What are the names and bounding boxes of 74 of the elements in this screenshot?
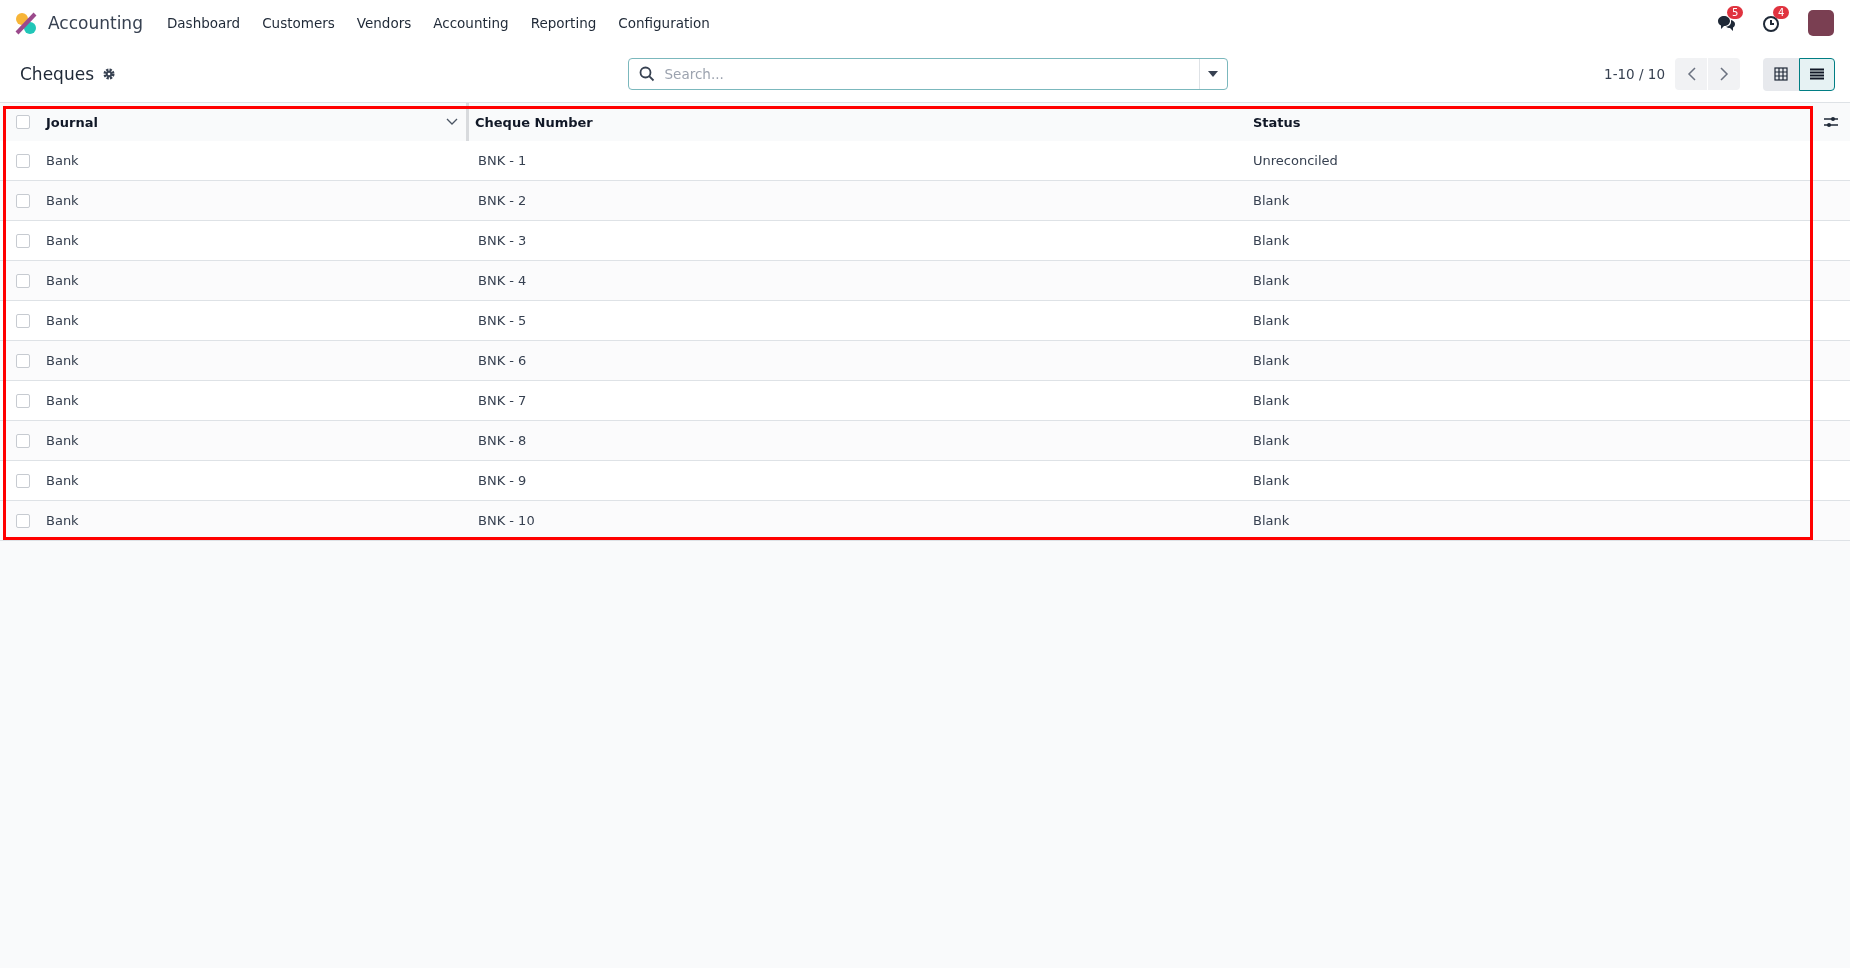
row-checkbox[interactable] (16, 273, 30, 288)
table-cell: BNK - 7 (478, 393, 527, 408)
table-cell: Blank (1253, 473, 1290, 488)
table-cell: BNK - 9 (478, 473, 527, 488)
search-input[interactable]: Search... (662, 65, 1199, 83)
table-cell: Bank (46, 433, 79, 448)
row-checkbox[interactable] (16, 233, 30, 248)
table-cell: BNK - 1 (478, 153, 527, 168)
table-cell: Bank (46, 153, 79, 168)
grid-view-button[interactable] (1763, 57, 1799, 91)
chevron-left-icon (1686, 67, 1696, 81)
row-checkbox[interactable] (16, 353, 30, 368)
table-cell: Blank (1253, 233, 1290, 248)
table-cell: Bank (46, 193, 79, 208)
row-checkbox[interactable] (16, 473, 30, 488)
row-checkbox[interactable] (16, 393, 30, 408)
row-checkbox[interactable] (16, 153, 30, 168)
table-cell: BNK - 2 (478, 193, 527, 208)
column-header[interactable]: Journal (46, 114, 98, 130)
menu-item[interactable]: Reporting (530, 15, 597, 31)
table-cell: Blank (1253, 313, 1290, 328)
row-checkbox[interactable] (16, 433, 30, 448)
table-cell: BNK - 3 (478, 233, 527, 248)
app-logo-icon[interactable] (14, 11, 38, 35)
table-cell: BNK - 6 (478, 353, 527, 368)
table-cell: Bank (46, 513, 79, 528)
previous-page-button[interactable] (1675, 58, 1707, 90)
menu-item[interactable]: Accounting (433, 15, 509, 31)
table-cell: Blank (1253, 193, 1290, 208)
table-cell: Blank (1253, 513, 1290, 528)
pager-value: 1-10 / 10 (1604, 66, 1665, 82)
table-cell: Blank (1253, 433, 1290, 448)
page-title: Cheques (20, 64, 94, 84)
table-cell: Blank (1253, 393, 1290, 408)
user-avatar[interactable] (1808, 10, 1834, 36)
table-cell: BNK - 8 (478, 433, 527, 448)
clock-icon[interactable] (1762, 14, 1782, 32)
chevron-right-icon (1719, 67, 1729, 81)
list-view-button[interactable] (1799, 57, 1835, 91)
table-cell: Bank (46, 473, 79, 488)
table-cell: Bank (46, 313, 79, 328)
list-icon (1810, 68, 1824, 80)
gear-icon[interactable] (102, 67, 116, 81)
chevron-down-icon[interactable] (446, 118, 458, 126)
row-checkbox[interactable] (16, 513, 30, 528)
select-all-checkbox[interactable] (16, 115, 30, 129)
row-checkbox[interactable] (16, 313, 30, 328)
table-cell: Bank (46, 273, 79, 288)
table-cell: Bank (46, 233, 79, 248)
sliders-icon[interactable] (1824, 116, 1838, 128)
notification-count-badge: 5 (1727, 6, 1744, 19)
grid-icon (1774, 67, 1788, 81)
caret-down-icon (1208, 71, 1218, 77)
table-cell: Unreconciled (1253, 153, 1338, 168)
search-icon (638, 66, 655, 82)
chat-icon[interactable] (1716, 14, 1736, 32)
table-cell: Bank (46, 393, 79, 408)
menu-item[interactable]: Customers (262, 15, 335, 31)
table-cell: BNK - 10 (478, 513, 535, 528)
menu-item[interactable]: Dashboard (166, 15, 241, 31)
notification-count-badge: 4 (1773, 6, 1790, 19)
table-cell: BNK - 4 (478, 273, 527, 288)
table-cell: Blank (1253, 273, 1290, 288)
menu-item[interactable]: Vendors (356, 15, 412, 31)
row-checkbox[interactable] (16, 193, 30, 208)
table-cell: Bank (46, 353, 79, 368)
column-header[interactable]: Status (1253, 114, 1301, 130)
search-field[interactable]: Search... (627, 58, 1228, 90)
column-header[interactable]: Cheque Number (475, 114, 593, 130)
table-cell: Blank (1253, 353, 1290, 368)
app-name[interactable]: Accounting (48, 13, 143, 33)
next-page-button[interactable] (1708, 58, 1740, 90)
table-cell: BNK - 5 (478, 313, 527, 328)
menu-item[interactable]: Configuration (618, 15, 710, 31)
